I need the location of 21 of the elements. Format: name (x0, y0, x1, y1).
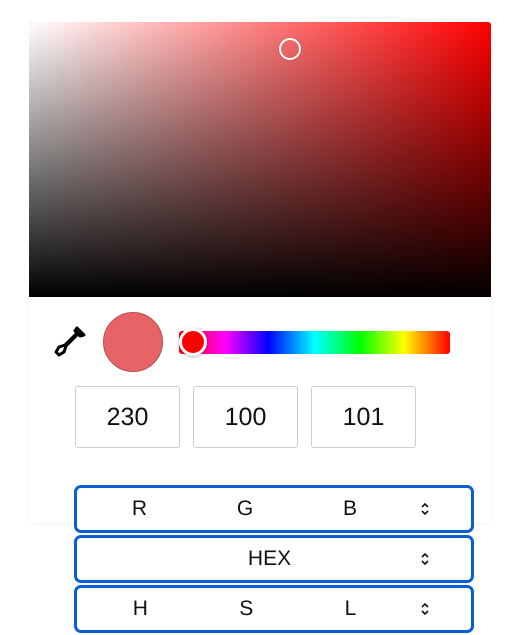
format-label: B (343, 497, 358, 521)
value-field[interactable]: 100 (193, 386, 298, 448)
format-label: R (132, 497, 148, 521)
format-select[interactable]: H S L (74, 585, 474, 633)
picker-handle[interactable] (279, 38, 302, 60)
eyedropper-icon[interactable] (53, 325, 87, 359)
format-label: H (132, 597, 148, 621)
updown-caret-icon (420, 602, 430, 616)
format-select[interactable]: HEX (74, 535, 474, 583)
hue-thumb[interactable] (179, 328, 207, 356)
format-label: L (344, 597, 356, 621)
format-label: G (236, 497, 254, 521)
value-field[interactable]: 230 (75, 386, 180, 448)
updown-caret-icon (420, 502, 430, 516)
hue-slider[interactable] (179, 330, 450, 354)
format-select[interactable]: R G B (74, 485, 474, 533)
updown-caret-icon (420, 552, 430, 566)
saturation-area[interactable] (29, 22, 491, 297)
format-label: S (239, 597, 254, 621)
value-field[interactable]: 101 (311, 386, 416, 448)
format-label: HEX (248, 547, 292, 571)
